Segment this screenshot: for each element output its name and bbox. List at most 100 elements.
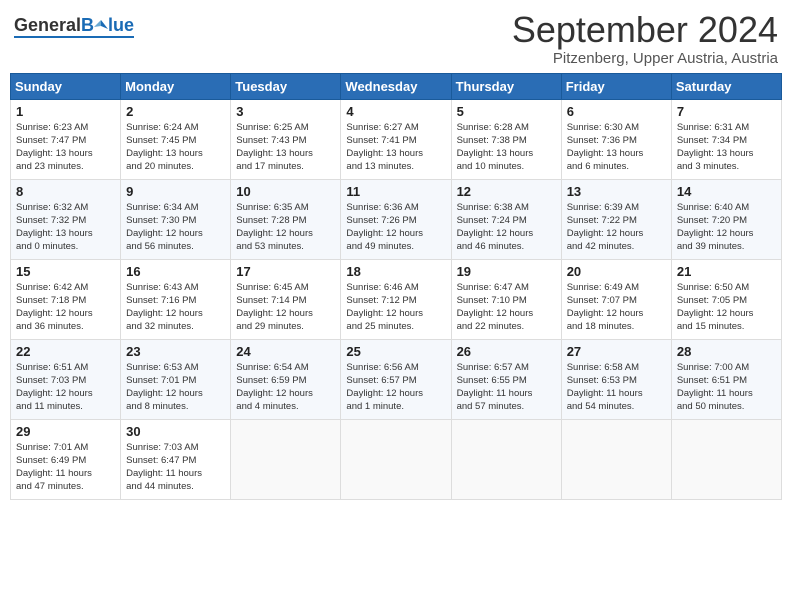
day-info: Sunrise: 6:50 AM Sunset: 7:05 PM Dayligh… [677, 281, 776, 334]
logo-bird-icon [94, 19, 108, 33]
logo: GeneralB lue [14, 16, 134, 38]
day-number: 28 [677, 344, 776, 359]
day-info: Sunrise: 6:54 AM Sunset: 6:59 PM Dayligh… [236, 361, 335, 414]
calendar-day-cell: 21Sunrise: 6:50 AM Sunset: 7:05 PM Dayli… [671, 259, 781, 339]
calendar-day-cell: 27 Sunrise: 6:58 AM Sunset: 6:53 PM Dayli… [561, 339, 671, 419]
day-number: 29 [16, 424, 115, 439]
day-info: Sunrise: 6:35 AM Sunset: 7:28 PM Dayligh… [236, 201, 335, 254]
calendar-day-cell: 9Sunrise: 6:34 AM Sunset: 7:30 PM Daylig… [121, 179, 231, 259]
calendar-empty-cell [671, 419, 781, 499]
calendar-day-cell: 13Sunrise: 6:39 AM Sunset: 7:22 PM Dayli… [561, 179, 671, 259]
calendar-day-cell: 17 Sunrise: 6:45 AM Sunset: 7:14 PM Dayli… [231, 259, 341, 339]
day-number: 16 [126, 264, 225, 279]
day-number: 1 [16, 104, 115, 119]
day-number: 27 [567, 344, 666, 359]
day-info: Sunrise: 6:25 AM Sunset: 7:43 PM Dayligh… [236, 121, 335, 174]
day-info: Sunrise: 6:24 AM Sunset: 7:45 PM Dayligh… [126, 121, 225, 174]
calendar-day-cell: 1 Sunrise: 6:23 AM Sunset: 7:47 PM Daylig… [11, 99, 121, 179]
day-number: 14 [677, 184, 776, 199]
day-number: 3 [236, 104, 335, 119]
calendar-empty-cell [341, 419, 451, 499]
day-number: 25 [346, 344, 445, 359]
calendar-empty-cell [561, 419, 671, 499]
day-number: 18 [346, 264, 445, 279]
calendar-day-cell: 19 Sunrise: 6:47 AM Sunset: 7:10 PM Dayli… [451, 259, 561, 339]
calendar-day-cell: 12Sunrise: 6:38 AM Sunset: 7:24 PM Dayli… [451, 179, 561, 259]
day-number: 10 [236, 184, 335, 199]
day-number: 20 [567, 264, 666, 279]
calendar-day-cell: 6Sunrise: 6:30 AM Sunset: 7:36 PM Daylig… [561, 99, 671, 179]
day-of-week-header: Sunday [11, 73, 121, 99]
day-of-week-header: Tuesday [231, 73, 341, 99]
day-info: Sunrise: 6:39 AM Sunset: 7:22 PM Dayligh… [567, 201, 666, 254]
day-info: Sunrise: 6:36 AM Sunset: 7:26 PM Dayligh… [346, 201, 445, 254]
calendar-week-row: 8 Sunrise: 6:32 AM Sunset: 7:32 PM Daylig… [11, 179, 782, 259]
logo-text: GeneralB lue [14, 16, 134, 34]
calendar-day-cell: 25 Sunrise: 6:56 AM Sunset: 6:57 PM Dayli… [341, 339, 451, 419]
day-info: Sunrise: 6:45 AM Sunset: 7:14 PM Dayligh… [236, 281, 335, 334]
day-number: 5 [457, 104, 556, 119]
day-of-week-header: Friday [561, 73, 671, 99]
page-header: GeneralB lue September 2024 Pitzenberg, … [10, 10, 782, 67]
day-number: 30 [126, 424, 225, 439]
calendar-header-row: SundayMondayTuesdayWednesdayThursdayFrid… [11, 73, 782, 99]
calendar-day-cell: 23 Sunrise: 6:53 AM Sunset: 7:01 PM Dayli… [121, 339, 231, 419]
day-number: 8 [16, 184, 115, 199]
calendar-day-cell: 3 Sunrise: 6:25 AM Sunset: 7:43 PM Daylig… [231, 99, 341, 179]
calendar-day-cell: 16 Sunrise: 6:43 AM Sunset: 7:16 PM Dayli… [121, 259, 231, 339]
day-info: Sunrise: 6:57 AM Sunset: 6:55 PM Dayligh… [457, 361, 556, 414]
day-info: Sunrise: 6:43 AM Sunset: 7:16 PM Dayligh… [126, 281, 225, 334]
day-number: 2 [126, 104, 225, 119]
calendar-day-cell: 26 Sunrise: 6:57 AM Sunset: 6:55 PM Dayli… [451, 339, 561, 419]
calendar-day-cell: 14 Sunrise: 6:40 AM Sunset: 7:20 PM Dayli… [671, 179, 781, 259]
day-info: Sunrise: 7:03 AM Sunset: 6:47 PM Dayligh… [126, 441, 225, 494]
day-of-week-header: Monday [121, 73, 231, 99]
day-number: 26 [457, 344, 556, 359]
calendar-table: SundayMondayTuesdayWednesdayThursdayFrid… [10, 73, 782, 500]
calendar-day-cell: 29 Sunrise: 7:01 AM Sunset: 6:49 PM Dayli… [11, 419, 121, 499]
calendar-empty-cell [231, 419, 341, 499]
day-info: Sunrise: 6:49 AM Sunset: 7:07 PM Dayligh… [567, 281, 666, 334]
day-info: Sunrise: 6:53 AM Sunset: 7:01 PM Dayligh… [126, 361, 225, 414]
day-info: Sunrise: 6:38 AM Sunset: 7:24 PM Dayligh… [457, 201, 556, 254]
calendar-day-cell: 10 Sunrise: 6:35 AM Sunset: 7:28 PM Dayli… [231, 179, 341, 259]
day-info: Sunrise: 7:00 AM Sunset: 6:51 PM Dayligh… [677, 361, 776, 414]
title-block: September 2024 Pitzenberg, Upper Austria… [512, 10, 778, 67]
day-number: 9 [126, 184, 225, 199]
day-number: 11 [346, 184, 445, 199]
calendar-day-cell: 8 Sunrise: 6:32 AM Sunset: 7:32 PM Daylig… [11, 179, 121, 259]
calendar-day-cell: 30 Sunrise: 7:03 AM Sunset: 6:47 PM Dayli… [121, 419, 231, 499]
day-number: 6 [567, 104, 666, 119]
day-info: Sunrise: 6:47 AM Sunset: 7:10 PM Dayligh… [457, 281, 556, 334]
calendar-day-cell: 28 Sunrise: 7:00 AM Sunset: 6:51 PM Dayli… [671, 339, 781, 419]
calendar-week-row: 29 Sunrise: 7:01 AM Sunset: 6:49 PM Dayli… [11, 419, 782, 499]
day-number: 15 [16, 264, 115, 279]
day-number: 17 [236, 264, 335, 279]
day-number: 7 [677, 104, 776, 119]
day-info: Sunrise: 6:58 AM Sunset: 6:53 PM Dayligh… [567, 361, 666, 414]
calendar-day-cell: 4Sunrise: 6:27 AM Sunset: 7:41 PM Daylig… [341, 99, 451, 179]
calendar-empty-cell [451, 419, 561, 499]
day-info: Sunrise: 6:42 AM Sunset: 7:18 PM Dayligh… [16, 281, 115, 334]
day-info: Sunrise: 7:01 AM Sunset: 6:49 PM Dayligh… [16, 441, 115, 494]
day-info: Sunrise: 6:40 AM Sunset: 7:20 PM Dayligh… [677, 201, 776, 254]
day-info: Sunrise: 6:46 AM Sunset: 7:12 PM Dayligh… [346, 281, 445, 334]
day-info: Sunrise: 6:32 AM Sunset: 7:32 PM Dayligh… [16, 201, 115, 254]
calendar-day-cell: 15 Sunrise: 6:42 AM Sunset: 7:18 PM Dayli… [11, 259, 121, 339]
day-info: Sunrise: 6:56 AM Sunset: 6:57 PM Dayligh… [346, 361, 445, 414]
day-of-week-header: Wednesday [341, 73, 451, 99]
calendar-week-row: 1 Sunrise: 6:23 AM Sunset: 7:47 PM Daylig… [11, 99, 782, 179]
day-info: Sunrise: 6:23 AM Sunset: 7:47 PM Dayligh… [16, 121, 115, 174]
day-number: 22 [16, 344, 115, 359]
day-number: 19 [457, 264, 556, 279]
day-info: Sunrise: 6:31 AM Sunset: 7:34 PM Dayligh… [677, 121, 776, 174]
calendar-day-cell: 24 Sunrise: 6:54 AM Sunset: 6:59 PM Dayli… [231, 339, 341, 419]
day-number: 24 [236, 344, 335, 359]
calendar-day-cell: 18 Sunrise: 6:46 AM Sunset: 7:12 PM Dayli… [341, 259, 451, 339]
calendar-week-row: 15 Sunrise: 6:42 AM Sunset: 7:18 PM Dayli… [11, 259, 782, 339]
calendar-day-cell: 5Sunrise: 6:28 AM Sunset: 7:38 PM Daylig… [451, 99, 561, 179]
day-number: 4 [346, 104, 445, 119]
calendar-day-cell: 7 Sunrise: 6:31 AM Sunset: 7:34 PM Daylig… [671, 99, 781, 179]
day-number: 23 [126, 344, 225, 359]
day-of-week-header: Saturday [671, 73, 781, 99]
